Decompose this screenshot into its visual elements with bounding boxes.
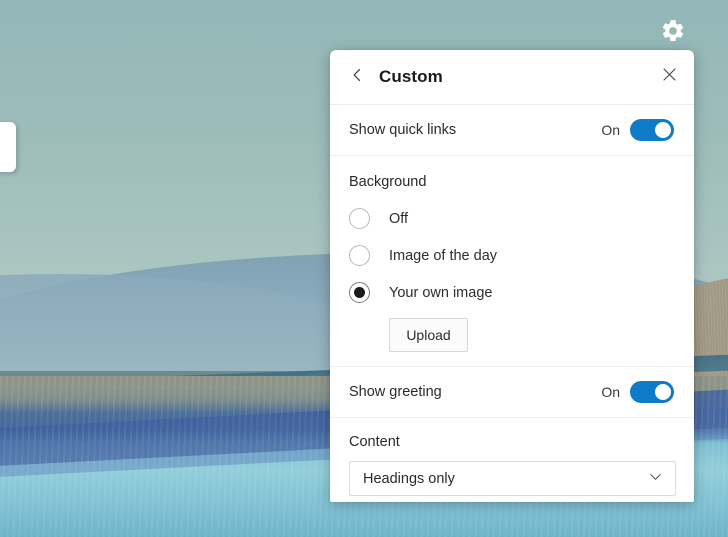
show-quick-links-state: On [601,122,620,138]
background-section: Background Off Image of the day Your own… [330,156,694,366]
radio-your-own-image[interactable] [349,282,370,303]
chevron-down-icon [648,469,663,489]
toggle-knob [655,122,671,138]
content-select[interactable]: Headings only [349,461,676,496]
chevron-left-icon [349,67,365,88]
gear-icon [660,18,686,44]
close-icon [663,68,676,86]
background-option-off[interactable]: Off [349,203,675,234]
background-option-your-own-image[interactable]: Your own image [349,277,675,308]
show-greeting-toggle-group[interactable]: On [601,381,674,403]
page-settings-button[interactable] [657,15,689,47]
show-greeting-state: On [601,384,620,400]
radio-image-of-the-day-label: Image of the day [389,248,497,264]
background-section-title: Background [349,174,675,190]
upload-button[interactable]: Upload [389,318,468,352]
content-section-title: Content [349,434,675,450]
page-title: Custom [379,67,443,87]
radio-image-of-the-day[interactable] [349,245,370,266]
show-greeting-row[interactable]: Show greeting On [330,367,694,417]
show-quick-links-label: Show quick links [349,122,456,138]
custom-settings-panel: Custom Show quick links On Background Of… [330,50,694,502]
back-button[interactable] [344,64,370,90]
quick-link-card[interactable] [0,122,16,172]
show-greeting-toggle[interactable] [630,381,674,403]
toggle-knob [655,384,671,400]
show-greeting-label: Show greeting [349,384,442,400]
radio-off-label: Off [389,211,408,227]
show-quick-links-row[interactable]: Show quick links On [330,105,694,155]
show-quick-links-toggle[interactable] [630,119,674,141]
content-select-value: Headings only [363,471,455,487]
background-option-image-of-the-day[interactable]: Image of the day [349,240,675,271]
radio-off[interactable] [349,208,370,229]
show-quick-links-toggle-group[interactable]: On [601,119,674,141]
content-section: Content Headings only [330,418,694,496]
panel-header: Custom [330,50,694,104]
close-button[interactable] [654,62,684,92]
radio-your-own-image-label: Your own image [389,285,492,301]
